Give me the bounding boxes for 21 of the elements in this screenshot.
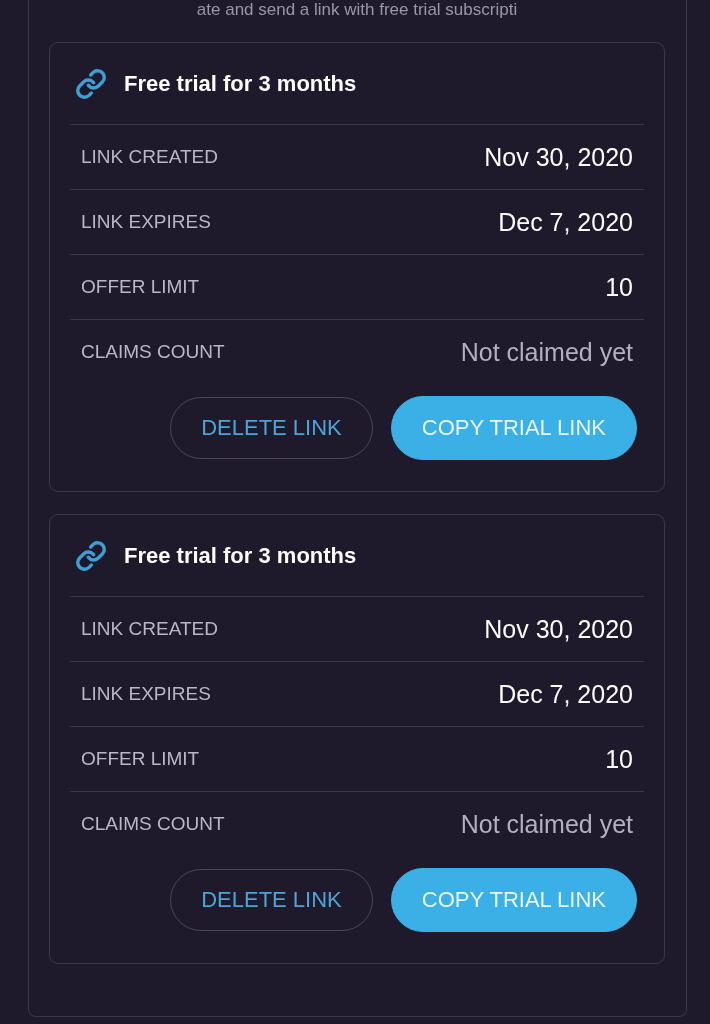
detail-label: OFFER LIMIT xyxy=(81,748,200,770)
detail-value: 10 xyxy=(605,744,633,774)
detail-value: Not claimed yet xyxy=(460,337,633,367)
detail-label: CLAIMS COUNT xyxy=(81,813,225,835)
detail-value: Nov 30, 2020 xyxy=(484,614,633,644)
detail-label: LINK CREATED xyxy=(81,146,218,168)
link-icon xyxy=(75,67,107,100)
detail-label: LINK CREATED xyxy=(81,618,218,640)
detail-label: CLAIMS COUNT xyxy=(81,341,225,363)
intro-text: ate and send a link with free trial subscripti xyxy=(195,0,519,20)
detail-label: LINK EXPIRES xyxy=(81,683,211,705)
detail-label: LINK EXPIRES xyxy=(81,211,211,233)
detail-value: Nov 30, 2020 xyxy=(484,142,633,172)
detail-label: OFFER LIMIT xyxy=(81,276,200,298)
card-title: Free trial for 3 months xyxy=(124,542,357,569)
detail-value: 10 xyxy=(605,272,633,302)
detail-value: Not claimed yet xyxy=(460,809,633,839)
link-icon xyxy=(75,539,107,572)
detail-value: Dec 7, 2020 xyxy=(498,679,633,709)
detail-value: Dec 7, 2020 xyxy=(498,207,633,237)
card-title: Free trial for 3 months xyxy=(124,70,357,97)
